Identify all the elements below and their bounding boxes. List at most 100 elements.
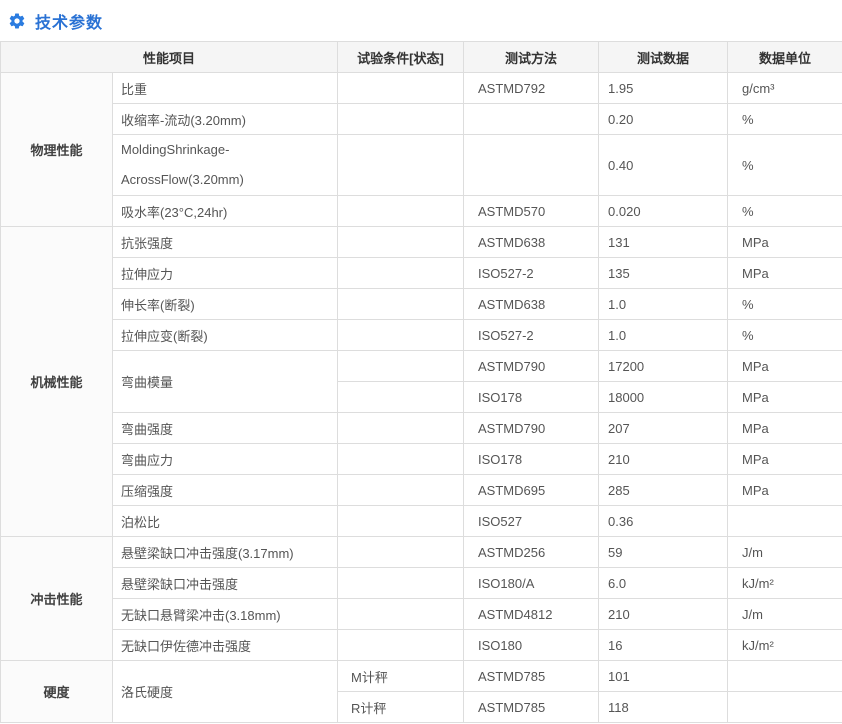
method-cell: ASTMD792: [464, 73, 599, 104]
condition-cell: [338, 568, 464, 599]
table-row: 弯曲模量 ASTMD790 17200 MPa: [1, 351, 842, 382]
unit-cell: kJ/m²: [728, 568, 842, 599]
table-row: 无缺口伊佐德冲击强度 ISO180 16 kJ/m²: [1, 630, 842, 661]
condition-cell: [338, 104, 464, 135]
table-row: 伸长率(断裂) ASTMD638 1.0 %: [1, 289, 842, 320]
unit-cell: J/m: [728, 537, 842, 568]
value-cell: 207: [599, 413, 728, 444]
value-cell: 0.40: [599, 135, 728, 196]
condition-cell: [338, 351, 464, 382]
value-cell: 101: [599, 661, 728, 692]
table-row: 冲击性能 悬壁梁缺口冲击强度(3.17mm) ASTMD256 59 J/m: [1, 537, 842, 568]
unit-cell: %: [728, 135, 842, 196]
method-cell: ASTMD570: [464, 196, 599, 227]
method-cell: ASTMD4812: [464, 599, 599, 630]
item-line-1: MoldingShrinkage-: [121, 135, 331, 165]
condition-cell: [338, 258, 464, 289]
params-table: 性能项目 试验条件[状态] 测试方法 测试数据 数据单位 物理性能 比重 AST…: [0, 41, 842, 723]
item-line-2: AcrossFlow(3.20mm): [121, 165, 331, 195]
item-cell: 无缺口悬臂梁冲击(3.18mm): [113, 599, 338, 630]
unit-cell: [728, 692, 842, 723]
unit-cell: MPa: [728, 444, 842, 475]
page-title: 技术参数: [35, 9, 103, 33]
unit-cell: J/m: [728, 599, 842, 630]
value-cell: 18000: [599, 382, 728, 413]
method-cell: ASTMD785: [464, 661, 599, 692]
item-cell: 无缺口伊佐德冲击强度: [113, 630, 338, 661]
value-cell: 59: [599, 537, 728, 568]
header-method: 测试方法: [464, 42, 599, 73]
table-row: 物理性能 比重 ASTMD792 1.95 g/cm³: [1, 73, 842, 104]
value-cell: 6.0: [599, 568, 728, 599]
condition-cell: M计秤: [338, 661, 464, 692]
condition-cell: [338, 382, 464, 413]
value-cell: 210: [599, 599, 728, 630]
value-cell: 131: [599, 227, 728, 258]
method-cell: ISO178: [464, 444, 599, 475]
item-cell: 拉伸应力: [113, 258, 338, 289]
page-header: 技术参数: [0, 0, 842, 40]
method-cell: ASTMD256: [464, 537, 599, 568]
condition-cell: R计秤: [338, 692, 464, 723]
value-cell: 135: [599, 258, 728, 289]
unit-cell: MPa: [728, 227, 842, 258]
category-cell: 物理性能: [1, 73, 113, 227]
condition-cell: [338, 135, 464, 196]
table-row: 吸水率(23°C,24hr) ASTMD570 0.020 %: [1, 196, 842, 227]
item-cell: MoldingShrinkage- AcrossFlow(3.20mm): [113, 135, 338, 196]
method-cell: ISO180/A: [464, 568, 599, 599]
value-cell: 16: [599, 630, 728, 661]
header-item: 性能项目: [1, 42, 338, 73]
unit-cell: [728, 506, 842, 537]
value-cell: 0.36: [599, 506, 728, 537]
unit-cell: kJ/m²: [728, 630, 842, 661]
condition-cell: [338, 320, 464, 351]
method-cell: ASTMD790: [464, 413, 599, 444]
item-cell: 压缩强度: [113, 475, 338, 506]
category-cell: 硬度: [1, 661, 113, 723]
value-cell: 0.20: [599, 104, 728, 135]
condition-cell: [338, 475, 464, 506]
table-row: 收缩率-流动(3.20mm) 0.20 %: [1, 104, 842, 135]
item-cell: 伸长率(断裂): [113, 289, 338, 320]
header-value: 测试数据: [599, 42, 728, 73]
condition-cell: [338, 73, 464, 104]
table-row: 硬度 洛氏硬度 M计秤 ASTMD785 101: [1, 661, 842, 692]
category-cell: 冲击性能: [1, 537, 113, 661]
method-cell: ASTMD790: [464, 351, 599, 382]
value-cell: 118: [599, 692, 728, 723]
condition-cell: [338, 227, 464, 258]
item-cell: 泊松比: [113, 506, 338, 537]
method-cell: ISO527-2: [464, 258, 599, 289]
item-cell: 悬壁梁缺口冲击强度: [113, 568, 338, 599]
method-cell: ASTMD638: [464, 227, 599, 258]
unit-cell: [728, 661, 842, 692]
value-cell: 1.95: [599, 73, 728, 104]
method-cell: ISO527-2: [464, 320, 599, 351]
value-cell: 17200: [599, 351, 728, 382]
unit-cell: MPa: [728, 413, 842, 444]
item-cell: 弯曲应力: [113, 444, 338, 475]
table-row: 拉伸应力 ISO527-2 135 MPa: [1, 258, 842, 289]
table-row: 压缩强度 ASTMD695 285 MPa: [1, 475, 842, 506]
table-row: 悬壁梁缺口冲击强度 ISO180/A 6.0 kJ/m²: [1, 568, 842, 599]
value-cell: 1.0: [599, 289, 728, 320]
header-condition: 试验条件[状态]: [338, 42, 464, 73]
unit-cell: MPa: [728, 382, 842, 413]
item-cell: 悬壁梁缺口冲击强度(3.17mm): [113, 537, 338, 568]
value-cell: 1.0: [599, 320, 728, 351]
table-header-row: 性能项目 试验条件[状态] 测试方法 测试数据 数据单位: [1, 42, 842, 73]
method-cell: [464, 135, 599, 196]
value-cell: 0.020: [599, 196, 728, 227]
table-row: MoldingShrinkage- AcrossFlow(3.20mm) 0.4…: [1, 135, 842, 196]
condition-cell: [338, 537, 464, 568]
condition-cell: [338, 506, 464, 537]
value-cell: 285: [599, 475, 728, 506]
item-cell: 比重: [113, 73, 338, 104]
unit-cell: MPa: [728, 351, 842, 382]
item-cell: 吸水率(23°C,24hr): [113, 196, 338, 227]
method-cell: ASTMD695: [464, 475, 599, 506]
condition-cell: [338, 413, 464, 444]
table-row: 机械性能 抗张强度 ASTMD638 131 MPa: [1, 227, 842, 258]
condition-cell: [338, 444, 464, 475]
